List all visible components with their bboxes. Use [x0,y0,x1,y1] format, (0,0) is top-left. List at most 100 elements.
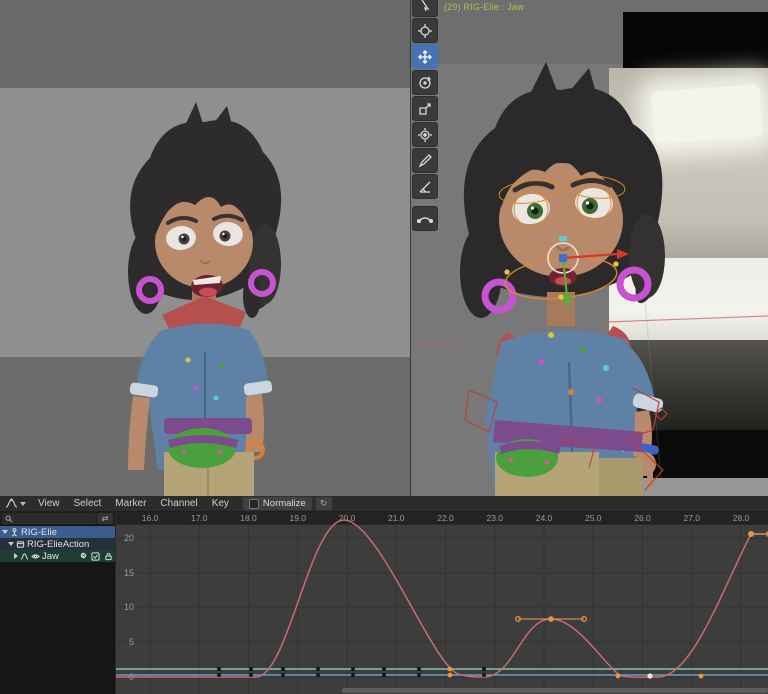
menu-marker[interactable]: Marker [108,496,153,512]
keyframe-selected[interactable] [748,531,754,537]
measure-icon [419,181,431,193]
keyframe[interactable] [482,673,486,677]
character-front-view [128,102,282,496]
ruler-label: 17.0 [191,513,208,523]
channel-label: RIG-Elie [21,526,57,538]
value-axis-label: 15 [124,568,134,578]
eye-icon [31,552,40,561]
ruler-label: 28.0 [733,513,750,523]
move-tool-button[interactable] [412,44,438,69]
value-axis-label: 20 [124,533,134,543]
ruler-label: 22.0 [437,513,454,523]
filter-button[interactable]: ⇄ [97,513,113,524]
action-icon [16,540,25,549]
keyframe[interactable] [281,673,285,677]
relax-tool-button[interactable] [412,206,438,231]
tweak-icon [421,0,430,11]
blender-window: (29) RIG-Elie : Jaw View Select Marker Chan… [0,0,768,694]
character-perspective-view [460,62,668,496]
keyframe-selected[interactable] [698,673,704,679]
measure-tool-button[interactable] [412,174,438,199]
graph-editor-header: View Select Marker Channel Key Normalize ↻ [0,496,768,512]
keyframe[interactable] [249,673,253,677]
channel-row-action[interactable]: RIG-ElieAction [0,538,115,550]
keyframe[interactable] [382,667,386,671]
keyframe-selected[interactable] [548,616,554,622]
cursor3d-tool-button[interactable] [412,18,438,43]
checkbox-icon [248,498,259,509]
keyframe[interactable] [482,667,486,671]
expand-icon[interactable] [2,530,8,534]
rotate-tool-button[interactable] [412,70,438,95]
ruler-label: 26.0 [634,513,651,523]
keyframe[interactable] [249,667,253,671]
ruler-label: 20.0 [339,513,356,523]
value-axis-label: 10 [124,602,134,612]
editor-type-button[interactable] [0,496,31,511]
ruler-label: 27.0 [683,513,700,523]
search-input[interactable] [2,513,96,524]
ruler-label: 23.0 [486,513,503,523]
filter-icon: ⇄ [101,514,109,523]
channel-label: RIG-ElieAction [27,538,90,550]
scale-icon [419,102,431,115]
ruler-label: 24.0 [536,513,553,523]
plot-background [116,512,768,694]
keyframe[interactable] [382,673,386,677]
lock-icon[interactable] [104,552,113,561]
graph-editor: View Select Marker Channel Key Normalize ↻ ⇄… [0,496,768,694]
ruler-label: 19.0 [289,513,306,523]
armature-icon [10,527,19,537]
active-object-label: (29) RIG-Elie : Jaw [444,2,524,12]
expand-icon[interactable] [8,542,14,546]
keyframe[interactable] [316,673,320,677]
channel-label: Jaw [42,550,59,562]
wrench-icon[interactable] [78,552,87,561]
annotate-icon [418,153,432,167]
annotate-tool-button[interactable] [412,148,438,173]
menu-bar: View Select Marker Channel Key [31,496,236,511]
fcurve-icon [20,552,29,561]
menu-channel[interactable]: Channel [153,496,204,512]
viewport-perspective[interactable]: (29) RIG-Elie : Jaw [411,0,768,496]
menu-view[interactable]: View [31,496,67,512]
value-axis-label: 5 [129,637,134,647]
channel-search-row: ⇄ [0,512,115,526]
keyframe-selected[interactable] [447,672,453,678]
tweak-tool-button[interactable] [412,0,438,17]
horizontal-scrollbar[interactable] [342,688,768,693]
keyframe[interactable] [417,673,421,677]
channel-panel: ⇄ RIG-Elie RIG-ElieAction Jaw [0,512,115,694]
search-icon [5,515,13,523]
keyframe[interactable] [316,667,320,671]
keyframe[interactable] [417,667,421,671]
menu-key[interactable]: Key [205,496,236,512]
keyframe[interactable] [351,673,355,677]
keyframe[interactable] [217,673,221,677]
keyframe[interactable] [281,667,285,671]
expand-icon[interactable] [14,553,18,559]
viewport-camera[interactable] [0,0,411,496]
ruler-label: 25.0 [585,513,602,523]
keyframe[interactable] [217,667,221,671]
channel-row-rig-elie[interactable]: RIG-Elie [0,526,115,538]
keyframe-active[interactable] [647,673,653,679]
transform-tool-button[interactable] [412,122,438,147]
refresh-icon: ↻ [319,498,328,508]
normalize-toggle[interactable]: Normalize [241,496,313,511]
ruler-label: 21.0 [388,513,405,523]
ruler-label: 16.0 [142,513,159,523]
relax-icon [417,216,433,223]
move-icon [418,49,432,64]
fcurve-plot-area[interactable]: 16.0 17.0 18.0 19.0 20.0 21.0 22.0 23.0 24.0 25.0… [115,512,768,694]
mute-checkbox-icon[interactable] [91,551,100,561]
scale-tool-button[interactable] [412,96,438,121]
keyframe[interactable] [351,667,355,671]
keyframe-selected[interactable] [447,666,453,672]
channel-row-jaw[interactable]: Jaw [0,550,115,562]
ruler-label: 18.0 [240,513,257,523]
keyframe-selected[interactable] [615,673,621,679]
normalize-refresh-button[interactable]: ↻ [314,496,333,511]
normalize-label: Normalize [262,498,306,509]
menu-select[interactable]: Select [67,496,109,512]
